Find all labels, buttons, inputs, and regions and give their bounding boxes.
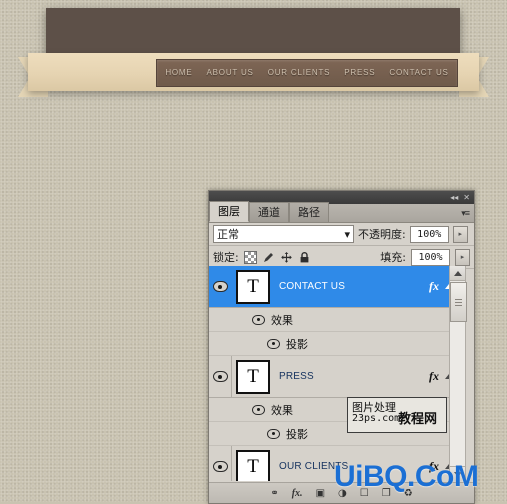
opacity-input[interactable]: 100% (409, 225, 449, 243)
opacity-slider-button[interactable]: ▸ (452, 225, 468, 243)
layer-list[interactable]: T CONTACT US fx 效果 投影 T PRESS fx 效果 投影 T… (209, 266, 458, 481)
effect-label: 投影 (286, 337, 308, 351)
blend-mode-value: 正常 (217, 228, 239, 241)
layer-visibility-toggle[interactable] (209, 266, 232, 307)
layer-style-fx-icon[interactable]: fx. (292, 488, 303, 499)
layer-list-scrollbar[interactable] (449, 266, 467, 481)
tab-channels[interactable]: 通道 (249, 202, 289, 222)
nav-item-home[interactable]: HOME (158, 60, 199, 86)
eye-icon[interactable] (267, 428, 280, 439)
fill-slider-button[interactable]: ▸ (455, 248, 470, 266)
layer-fx-icon[interactable]: fx (429, 369, 439, 384)
eye-icon[interactable] (252, 314, 265, 325)
layer-fx-icon[interactable]: fx (429, 279, 439, 294)
link-layers-icon[interactable]: ⚭ (270, 488, 278, 499)
layer-thumbnail[interactable]: T (236, 359, 270, 394)
add-layer-mask-icon[interactable]: ▣ (316, 488, 325, 499)
eye-icon (212, 371, 228, 382)
eye-icon (212, 281, 228, 292)
opacity-label: 不透明度: (358, 228, 406, 241)
lock-image-pixels-icon[interactable] (262, 251, 275, 264)
layer-name[interactable]: PRESS (279, 371, 314, 382)
scrollbar-grip (455, 301, 462, 303)
table-row[interactable]: T CONTACT US fx (209, 266, 458, 308)
eye-icon[interactable] (252, 404, 265, 415)
tab-layers[interactable]: 图层 (209, 201, 249, 222)
lock-position-icon[interactable] (280, 251, 293, 264)
tooltip-watermark: 图片处理 23ps.com 教程网 (347, 397, 447, 433)
layer-thumbnail[interactable]: T (236, 269, 270, 304)
effect-group-label: 效果 (271, 403, 293, 417)
lock-transparent-pixels-icon[interactable] (243, 250, 257, 264)
effect-label: 投影 (286, 427, 308, 441)
list-item[interactable]: 投影 (209, 332, 458, 356)
scroll-up-button[interactable] (450, 266, 465, 281)
photoshop-layers-panel: ◂◂ ✕ 图层 通道 路径 ▾≡ 正常 ▾ 不透明度: 100% ▸ 锁定: 填… (208, 190, 475, 504)
scrollbar-thumb[interactable] (450, 282, 467, 322)
collapse-icon[interactable]: ◂◂ (450, 191, 458, 204)
blend-mode-select[interactable]: 正常 ▾ (213, 225, 354, 243)
layer-visibility-toggle[interactable] (209, 356, 232, 397)
website-mockup: HOME ABOUT US OUR CLIENTS PRESS CONTACT … (0, 0, 507, 120)
eye-icon[interactable] (267, 338, 280, 349)
nav-item-about-us[interactable]: ABOUT US (200, 60, 261, 86)
close-icon[interactable]: ✕ (463, 191, 470, 204)
fill-input[interactable]: 100% (411, 248, 450, 266)
watermark-line-2: 23ps.com (352, 413, 401, 424)
eye-icon (212, 461, 228, 472)
lock-all-icon[interactable] (298, 251, 311, 264)
table-row[interactable]: T PRESS fx (209, 356, 458, 398)
layer-thumbnail[interactable]: T (236, 449, 270, 481)
tab-paths[interactable]: 路径 (289, 202, 329, 222)
effect-group-label: 效果 (271, 313, 293, 327)
lock-label: 锁定: (213, 251, 239, 264)
panel-menu-icon[interactable]: ▾≡ (461, 208, 470, 219)
layer-visibility-toggle[interactable] (209, 446, 232, 481)
nav-item-our-clients[interactable]: OUR CLIENTS (261, 60, 338, 86)
fill-label: 填充: (380, 251, 406, 264)
watermark-overlay-text: 教程网 (398, 412, 438, 427)
list-item[interactable]: 效果 (209, 308, 458, 332)
nav-item-press[interactable]: PRESS (337, 60, 382, 86)
mockup-nav-bar: HOME ABOUT US OUR CLIENTS PRESS CONTACT … (156, 59, 458, 87)
site-watermark: UiBQ.CoM (334, 460, 479, 493)
blend-mode-row: 正常 ▾ 不透明度: 100% ▸ (209, 223, 474, 246)
nav-item-contact-us[interactable]: CONTACT US (382, 60, 455, 86)
layer-name[interactable]: CONTACT US (279, 281, 345, 292)
panel-tab-strip: 图层 通道 路径 ▾≡ (209, 201, 474, 223)
chevron-down-icon: ▾ (344, 227, 350, 241)
chevron-up-icon (453, 270, 462, 276)
